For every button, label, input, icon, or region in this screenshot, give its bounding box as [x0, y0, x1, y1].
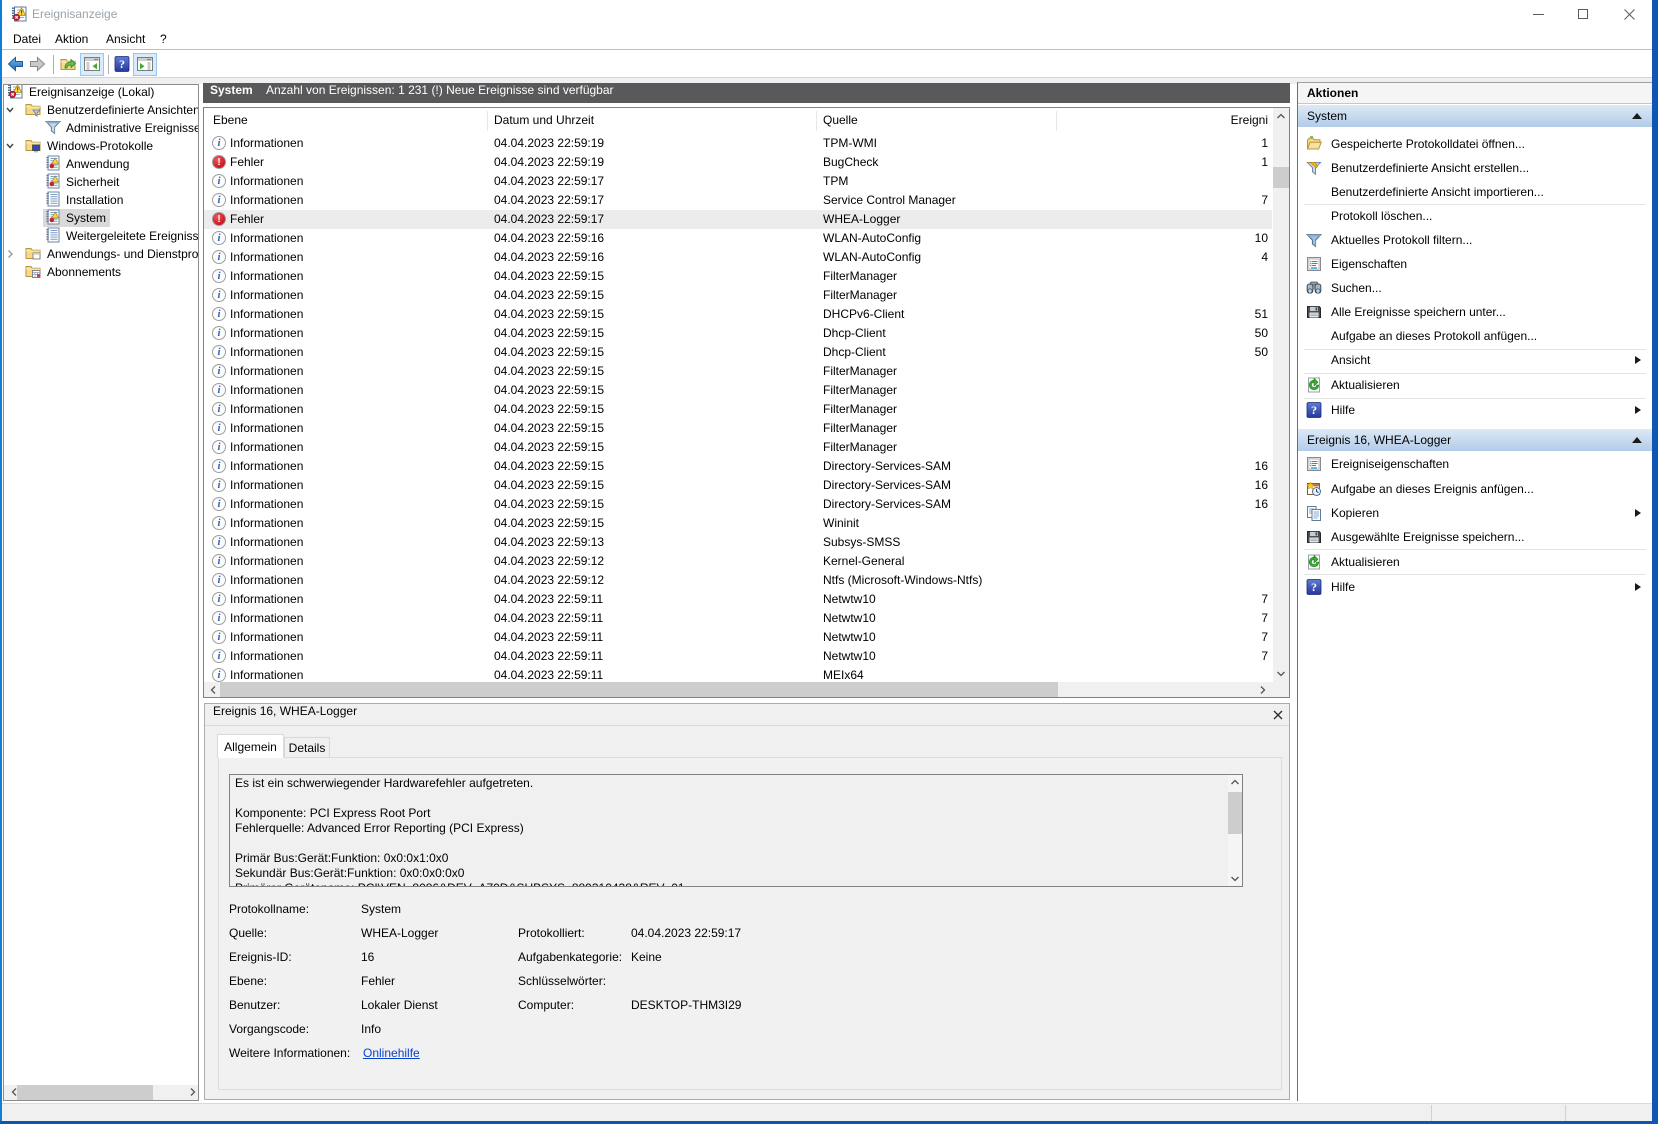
svg-text:?: ?: [1311, 580, 1317, 594]
svg-text:?: ?: [1311, 403, 1317, 417]
svg-text:?: ?: [119, 57, 125, 71]
